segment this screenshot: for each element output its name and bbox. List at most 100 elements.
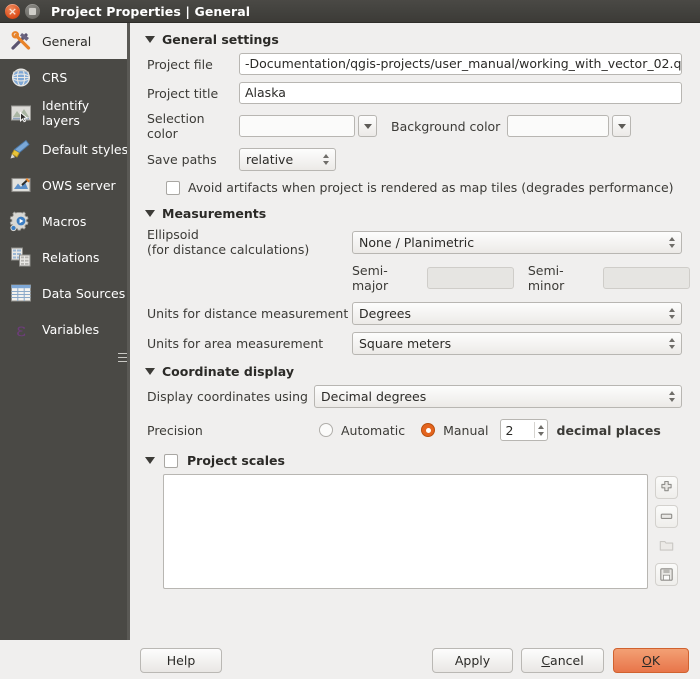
display-coordinates-value: Decimal degrees [321, 389, 427, 404]
avoid-artifacts-checkbox[interactable] [166, 180, 180, 195]
selection-color-label: Selection color [147, 111, 205, 141]
globe-icon [9, 65, 33, 89]
help-button[interactable]: Help [140, 648, 222, 673]
window-title: Project Properties | General [51, 3, 251, 19]
collapse-triangle-icon[interactable] [145, 457, 155, 464]
ellipsoid-row: Ellipsoid (for distance calculations) No… [147, 227, 690, 257]
paintbrush-icon [9, 137, 33, 161]
area-units-combo[interactable]: Square meters [352, 332, 682, 355]
semi-minor-label: Semi-minor [527, 263, 565, 293]
sidebar-item-label: Macros [42, 213, 87, 229]
identify-map-icon [9, 101, 33, 125]
svg-text:ε: ε [16, 319, 26, 341]
distance-units-row: Units for distance measurement Degrees [147, 302, 690, 325]
sidebar-item-default-styles[interactable]: Default styles [0, 131, 130, 167]
sidebar-item-relations[interactable]: Relations [0, 239, 130, 275]
section-title: Project scales [187, 453, 285, 468]
relations-icon [9, 245, 33, 269]
sidebar-item-variables[interactable]: ε Variables [0, 311, 130, 347]
cancel-rest: ancel [550, 653, 584, 668]
display-coordinates-combo[interactable]: Decimal degrees [314, 385, 682, 408]
project-file-label: Project file [147, 56, 213, 72]
colors-row: Selection color Background color [147, 111, 690, 141]
sidebar-item-ows-server[interactable]: OWS server [0, 167, 130, 203]
precision-row: Precision Automatic Manual 2 decimal pla… [147, 419, 690, 441]
area-units-value: Square meters [359, 336, 452, 351]
sidebar: General CRS Identify layers Default styl… [0, 23, 130, 640]
section-title: Coordinate display [162, 364, 294, 379]
sidebar-item-general[interactable]: General [0, 23, 130, 59]
background-color-label: Background color [391, 118, 501, 134]
project-scales-checkbox[interactable] [164, 453, 178, 468]
cancel-button[interactable]: Cancel [521, 648, 604, 673]
section-coordinate-display[interactable]: Coordinate display [145, 364, 690, 379]
collapse-triangle-icon[interactable] [145, 210, 155, 217]
sidebar-item-data-sources[interactable]: Data Sources [0, 275, 130, 311]
project-file-row: Project file -Documentation/qgis-project… [147, 53, 690, 75]
sidebar-item-label: OWS server [42, 177, 116, 193]
save-icon [660, 568, 673, 581]
maximize-icon[interactable] [25, 3, 40, 19]
project-properties-dialog: Project Properties | General General [0, 0, 700, 679]
distance-units-label: Units for distance measurement [147, 306, 349, 321]
distance-units-combo[interactable]: Degrees [352, 302, 682, 325]
ows-server-icon [9, 173, 33, 197]
plus-icon [661, 480, 672, 492]
background-color-button[interactable] [507, 115, 610, 137]
area-units-row: Units for area measurement Square meters [147, 332, 690, 355]
precision-automatic-radio[interactable] [319, 423, 333, 437]
cancel-mnemonic: C [541, 653, 551, 668]
avoid-artifacts-row[interactable]: Avoid artifacts when project is rendered… [166, 180, 690, 195]
decimal-places-value: 2 [505, 422, 514, 438]
collapse-triangle-icon[interactable] [145, 368, 155, 375]
section-general-settings[interactable]: General settings [145, 32, 690, 47]
folder-icon [659, 541, 674, 551]
sidebar-item-label: Variables [42, 321, 100, 337]
remove-scale-button[interactable] [655, 505, 678, 528]
save-paths-combo[interactable]: relative [239, 148, 336, 171]
semi-axes-row: Semi-major Semi-minor [352, 263, 690, 293]
distance-units-value: Degrees [359, 306, 412, 321]
display-coordinates-label: Display coordinates using [147, 389, 308, 404]
save-scales-button[interactable] [655, 563, 678, 586]
sidebar-item-label: General [42, 33, 92, 49]
semi-major-input [427, 267, 514, 289]
precision-manual-radio[interactable] [421, 423, 436, 437]
project-file-input[interactable]: -Documentation/qgis-projects/user_manual… [239, 53, 682, 75]
project-title-row: Project title Alaska [147, 82, 690, 104]
selection-color-dropdown[interactable] [358, 115, 377, 137]
semi-minor-input [603, 267, 690, 289]
sidebar-item-crs[interactable]: CRS [0, 59, 130, 95]
sidebar-item-macros[interactable]: Macros [0, 203, 130, 239]
sidebar-item-label: CRS [42, 69, 68, 85]
table-grid-icon [9, 281, 33, 305]
apply-button[interactable]: Apply [432, 648, 513, 673]
ok-button[interactable]: OK [613, 648, 689, 673]
background-color-dropdown[interactable] [612, 115, 632, 137]
sidebar-item-label: Default styles [42, 141, 129, 157]
section-measurements[interactable]: Measurements [145, 206, 690, 221]
gear-play-icon [9, 209, 33, 233]
save-paths-label: Save paths [147, 152, 217, 167]
save-paths-row: Save paths relative [147, 148, 690, 171]
precision-automatic-label: Automatic [341, 422, 406, 438]
area-units-label: Units for area measurement [147, 336, 324, 351]
project-scales-list[interactable] [163, 474, 648, 589]
section-project-scales[interactable]: Project scales [145, 453, 690, 468]
ok-mnemonic: O [641, 653, 652, 668]
selection-color-button[interactable] [239, 115, 355, 137]
collapse-triangle-icon[interactable] [145, 36, 155, 43]
project-title-input[interactable]: Alaska [239, 82, 682, 104]
ellipsoid-combo[interactable]: None / Planimetric [352, 230, 682, 254]
save-paths-value: relative [246, 152, 294, 167]
add-scale-button[interactable] [655, 476, 678, 499]
section-title: Measurements [162, 206, 267, 221]
title-bar: Project Properties | General [0, 0, 700, 23]
decimal-places-spinbox[interactable]: 2 [499, 419, 548, 441]
project-title-label: Project title [147, 85, 219, 101]
sidebar-item-label: Identify layers [42, 98, 90, 128]
splitter-grip[interactable] [118, 353, 127, 366]
sidebar-item-identify-layers[interactable]: Identify layers [0, 95, 130, 131]
precision-label: Precision [147, 422, 203, 438]
close-icon[interactable] [5, 3, 20, 19]
